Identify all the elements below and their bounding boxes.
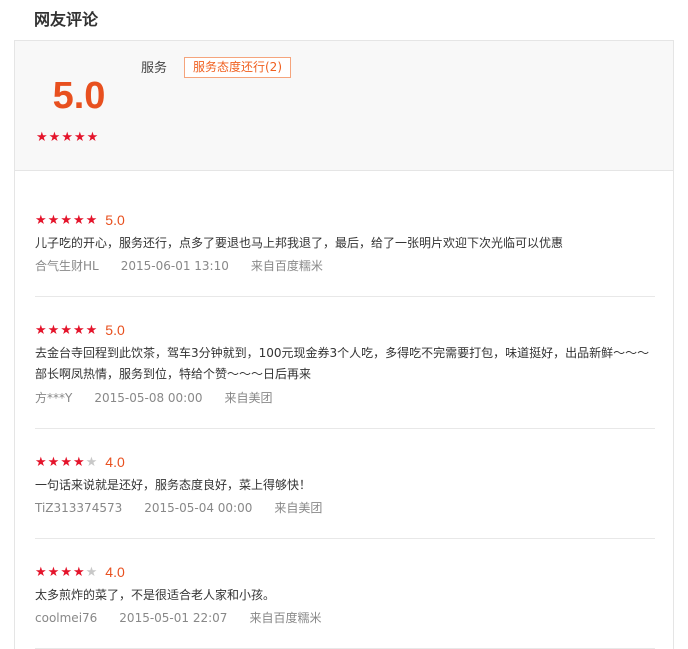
review-source: 来自百度糯米 [249, 611, 322, 625]
review-content: 儿子吃的开心，服务还行，点多了要退也马上邦我退了，最后，给了一张明片欢迎下次光临… [35, 236, 564, 250]
review-content: 太多煎炸的菜了，不是很适合老人家和小孩。 [35, 588, 276, 602]
review-meta: 方***Y 2015-05-08 00:00 来自美团 [35, 389, 295, 407]
rating-summary: 5.0 ★ ★ ★ ★ ★ 服务 服务态度还行(2) [15, 41, 673, 171]
review-time: 2015-06-01 13:10 [120, 259, 229, 273]
star-icon: ★ [85, 212, 98, 228]
star-icon: ★ [47, 564, 60, 580]
star-icon: ★ [72, 322, 85, 338]
star-empty-icon: ★ [85, 454, 98, 470]
star-icon: ★ [86, 130, 99, 145]
review-stars: ★ ★ ★ ★ ★ [35, 456, 97, 469]
review-user: TiZ313374573 [35, 501, 123, 515]
reviews-panel: 5.0 ★ ★ ★ ★ ★ 服务 服务态度还行(2) ★ ★ ★ ★ ★ 5.0 儿子吃的开心，… [14, 40, 674, 649]
review-user: 合气生财HL [35, 259, 99, 273]
review-source: 来自美团 [274, 501, 323, 515]
review-item: ★ ★ ★ ★ ★ 5.0 儿子吃的开心，服务还行，点多了要退也马上邦我退了，最后，给了… [35, 211, 655, 297]
review-time: 2015-05-08 00:00 [94, 391, 203, 405]
star-icon: ★ [35, 454, 47, 470]
star-icon: ★ [47, 212, 60, 228]
review-user: 方***Y [35, 391, 73, 405]
review-stars: ★ ★ ★ ★ ★ [35, 324, 97, 337]
star-icon: ★ [60, 564, 72, 580]
review-content: 一句话来说就是还好，服务态度良好，菜上得够快！ [35, 478, 312, 492]
tag-service-attitude[interactable]: 服务态度还行(2) [184, 57, 291, 78]
review-stars: ★ ★ ★ ★ ★ [35, 566, 97, 579]
review-score: 5.0 [105, 322, 125, 338]
section-title: 网友评论 [34, 10, 99, 29]
star-icon: ★ [60, 322, 72, 338]
review-source: 来自百度糯米 [250, 259, 323, 273]
star-icon: ★ [35, 322, 47, 338]
star-icon: ★ [60, 212, 72, 228]
review-meta: 合气生财HL 2015-06-01 13:10 来自百度糯米 [35, 257, 345, 275]
review-user: coolmei76 [35, 611, 98, 625]
overall-score: 5.0 [52, 75, 106, 117]
review-item: ★ ★ ★ ★ ★ 4.0 一句话来说就是还好，服务态度良好，菜上得够快！ TiZ313… [35, 453, 655, 539]
review-rating: ★ ★ ★ ★ ★ 5.0 [35, 211, 125, 229]
review-item: ★ ★ ★ ★ ★ 4.0 太多煎炸的菜了，不是很适合老人家和小孩。 coolmei76… [35, 563, 655, 649]
star-icon: ★ [72, 564, 85, 580]
star-icon: ★ [35, 212, 47, 228]
review-rating: ★ ★ ★ ★ ★ 4.0 [35, 453, 125, 471]
star-icon: ★ [35, 564, 47, 580]
star-icon: ★ [47, 454, 60, 470]
star-icon: ★ [60, 454, 72, 470]
review-time: 2015-05-04 00:00 [144, 501, 253, 515]
star-empty-icon: ★ [85, 564, 98, 580]
star-icon: ★ [85, 322, 98, 338]
overall-stars: ★ ★ ★ ★ ★ [36, 131, 98, 144]
review-time: 2015-05-01 22:07 [119, 611, 228, 625]
review-rating: ★ ★ ★ ★ ★ 4.0 [35, 563, 125, 581]
star-icon: ★ [73, 130, 86, 145]
star-icon: ★ [72, 212, 85, 228]
star-icon: ★ [47, 322, 60, 338]
review-score: 5.0 [105, 212, 125, 228]
review-meta: TiZ313374573 2015-05-04 00:00 来自美团 [35, 499, 344, 517]
star-icon: ★ [36, 130, 48, 145]
star-icon: ★ [61, 130, 73, 145]
review-stars: ★ ★ ★ ★ ★ [35, 214, 97, 227]
review-source: 来自美团 [224, 391, 273, 405]
review-meta: coolmei76 2015-05-01 22:07 来自百度糯米 [35, 609, 343, 627]
review-score: 4.0 [105, 564, 125, 580]
review-item: ★ ★ ★ ★ ★ 5.0 去金台寺回程到此饮茶，驾车3分钟就到，100元现金券3个人吃… [35, 321, 655, 429]
star-icon: ★ [48, 130, 61, 145]
review-score: 4.0 [105, 454, 125, 470]
aspect-label: 服务 [141, 61, 168, 76]
star-icon: ★ [72, 454, 85, 470]
review-content: 去金台寺回程到此饮茶，驾车3分钟就到，100元现金券3个人吃，多得吃不完需要打包… [35, 346, 650, 381]
review-rating: ★ ★ ★ ★ ★ 5.0 [35, 321, 125, 339]
